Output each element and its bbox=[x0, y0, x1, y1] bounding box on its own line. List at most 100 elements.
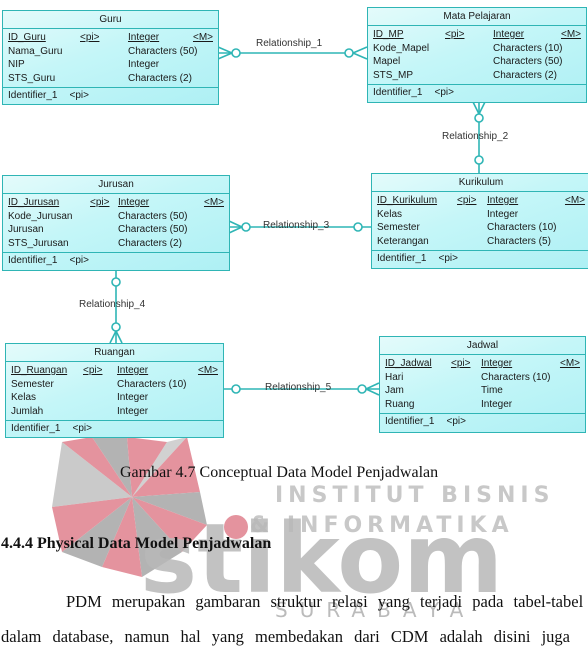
identifier-pi-flag: <pi> bbox=[72, 423, 92, 434]
relationship-4-label[interactable]: Relationship_4 bbox=[79, 299, 145, 310]
attribute-name: Semester bbox=[377, 222, 420, 233]
attribute-row[interactable]: Kelas Integer bbox=[11, 391, 218, 405]
attribute-name: Hari bbox=[385, 371, 404, 383]
entity-jurusan[interactable]: Jurusan ID_Jurusan <pi> Integer <M> Kode_Juru… bbox=[2, 175, 230, 271]
attribute-type: Characters (10) bbox=[493, 42, 563, 54]
attribute-row[interactable]: ID_Jurusan <pi> Integer <M> bbox=[8, 196, 224, 210]
conceptual-data-model-diagram: Guru ID_Guru <pi> Integer <M> Nama_Guru Charac… bbox=[0, 0, 588, 440]
attribute-type: Characters (10) bbox=[481, 371, 551, 383]
attribute-row[interactable]: Keterangan Characters (5) bbox=[377, 235, 585, 249]
relationship-3-label[interactable]: Relationship_3 bbox=[263, 220, 329, 231]
attribute-type: Characters (10) bbox=[487, 222, 557, 233]
attribute-row[interactable]: NIP Integer bbox=[8, 58, 213, 72]
attribute-name: NIP bbox=[8, 59, 25, 70]
attribute-pi-flag bbox=[451, 398, 481, 412]
identifier-pi-flag: <pi> bbox=[446, 416, 466, 427]
attribute-name: Kode_Jurusan bbox=[8, 210, 73, 222]
attribute-mandatory-flag: <M> bbox=[197, 365, 218, 376]
attribute-row[interactable]: Ruang Integer bbox=[385, 398, 580, 412]
attribute-name: Jumlah bbox=[11, 405, 44, 417]
attribute-row[interactable]: Jumlah Integer bbox=[11, 405, 218, 419]
attribute-type: Characters (5) bbox=[487, 235, 551, 247]
identifier-pi-flag: <pi> bbox=[438, 253, 458, 264]
identifier-name: Identifier_1 bbox=[8, 90, 58, 101]
attribute-row[interactable]: ID_Kurikulum <pi> Integer <M> bbox=[377, 194, 585, 208]
entity-identifier: Identifier_1 <pi> bbox=[3, 253, 229, 269]
attribute-row[interactable]: Mapel Characters (50) bbox=[373, 55, 581, 69]
attribute-row[interactable]: Jam Time bbox=[385, 384, 580, 398]
entity-identifier: Identifier_1 <pi> bbox=[368, 85, 586, 101]
attribute-row[interactable]: Semester Characters (10) bbox=[11, 378, 218, 392]
attribute-name: ID_Guru bbox=[8, 32, 46, 43]
attribute-mandatory-flag: <M> bbox=[564, 195, 585, 206]
attribute-mandatory-flag: <M> bbox=[192, 32, 213, 43]
attribute-mandatory-flag: <M> bbox=[559, 358, 580, 369]
entity-identifier: Identifier_1 <pi> bbox=[3, 88, 218, 104]
attribute-row[interactable]: Kode_Mapel Characters (10) bbox=[373, 42, 581, 56]
attribute-pi-flag bbox=[83, 405, 117, 419]
attribute-name: Jam bbox=[385, 385, 404, 396]
entity-attributes: ID_Ruangan <pi> Integer <M> Semester Characte… bbox=[6, 362, 223, 421]
attribute-type: Characters (2) bbox=[118, 237, 182, 249]
entity-title: Mata Pelajaran bbox=[368, 8, 586, 26]
attribute-row[interactable]: Nama_Guru Characters (50) bbox=[8, 45, 213, 59]
entity-attributes: ID_MP <pi> Integer <M> Kode_Mapel Characters … bbox=[368, 26, 586, 85]
attribute-type: Integer bbox=[493, 29, 525, 40]
attribute-pi-flag bbox=[90, 237, 118, 251]
attribute-row[interactable]: ID_Guru <pi> Integer <M> bbox=[8, 31, 213, 45]
section-heading: 4.4.4 Physical Data Model Penjadwalan bbox=[1, 535, 272, 552]
attribute-type: Characters (10) bbox=[117, 378, 187, 390]
attribute-type: Integer bbox=[128, 59, 160, 70]
entity-title: Guru bbox=[3, 11, 218, 29]
attribute-pi-flag bbox=[457, 235, 487, 249]
attribute-row[interactable]: Kode_Jurusan Characters (50) bbox=[8, 210, 224, 224]
identifier-pi-flag: <pi> bbox=[69, 90, 89, 101]
attribute-row[interactable]: STS_Jurusan Characters (2) bbox=[8, 237, 224, 251]
entity-jadwal[interactable]: Jadwal ID_Jadwal <pi> Integer <M> Hari Charact… bbox=[379, 336, 586, 433]
attribute-name: Mapel bbox=[373, 56, 401, 67]
identifier-name: Identifier_1 bbox=[8, 255, 58, 266]
entity-ruangan[interactable]: Ruangan ID_Ruangan <pi> Integer <M> Semester C… bbox=[5, 343, 224, 438]
paragraph-line-2: dalam database, namun hal yang membedaka… bbox=[1, 627, 570, 646]
entity-kurikulum[interactable]: Kurikulum ID_Kurikulum <pi> Integer <M> Kelas… bbox=[371, 173, 588, 269]
identifier-name: Identifier_1 bbox=[385, 416, 435, 427]
attribute-pi-flag bbox=[83, 391, 117, 405]
attribute-name: ID_MP bbox=[373, 29, 404, 40]
attribute-type: Characters (50) bbox=[128, 45, 198, 57]
relationship-5-label[interactable]: Relationship_5 bbox=[265, 382, 331, 393]
attribute-pi-flag: <pi> bbox=[90, 197, 110, 208]
attribute-row[interactable]: Hari Characters (10) bbox=[385, 371, 580, 385]
attribute-row[interactable]: ID_MP <pi> Integer <M> bbox=[373, 28, 581, 42]
attribute-name: Kelas bbox=[377, 208, 403, 220]
attribute-row[interactable]: Kelas Integer bbox=[377, 208, 585, 222]
attribute-row[interactable]: ID_Jadwal <pi> Integer <M> bbox=[385, 357, 580, 371]
attribute-pi-flag bbox=[80, 45, 128, 59]
attribute-row[interactable]: ID_Ruangan <pi> Integer <M> bbox=[11, 364, 218, 378]
attribute-mandatory-flag: <M> bbox=[560, 29, 581, 40]
attribute-name: Kelas bbox=[11, 392, 37, 403]
attribute-type: Characters (50) bbox=[493, 56, 563, 67]
attribute-pi-flag bbox=[445, 42, 493, 56]
entity-mata-pelajaran[interactable]: Mata Pelajaran ID_MP <pi> Integer <M> Kode_Ma… bbox=[367, 7, 587, 103]
identifier-name: Identifier_1 bbox=[373, 87, 423, 98]
attribute-type: Characters (2) bbox=[493, 69, 557, 81]
attribute-name: ID_Jadwal bbox=[385, 358, 432, 369]
attribute-name: ID_Jurusan bbox=[8, 197, 60, 208]
attribute-row[interactable]: STS_MP Characters (2) bbox=[373, 69, 581, 83]
entity-guru[interactable]: Guru ID_Guru <pi> Integer <M> Nama_Guru Charac… bbox=[2, 10, 219, 105]
attribute-type: Time bbox=[481, 385, 503, 396]
attribute-pi-flag: <pi> bbox=[80, 32, 100, 43]
entity-attributes: ID_Guru <pi> Integer <M> Nama_Guru Characters… bbox=[3, 29, 218, 88]
entity-title: Ruangan bbox=[6, 344, 223, 362]
attribute-pi-flag: <pi> bbox=[457, 195, 477, 206]
attribute-type: Integer bbox=[117, 392, 149, 403]
relationship-2-label[interactable]: Relationship_2 bbox=[442, 131, 508, 142]
entity-identifier: Identifier_1 <pi> bbox=[6, 421, 223, 437]
attribute-row[interactable]: STS_Guru Characters (2) bbox=[8, 72, 213, 86]
attribute-pi-flag bbox=[457, 208, 487, 222]
relationship-1-label[interactable]: Relationship_1 bbox=[256, 38, 322, 49]
entity-title: Jadwal bbox=[380, 337, 585, 355]
attribute-row[interactable]: Jurusan Characters (50) bbox=[8, 223, 224, 237]
attribute-name: Kode_Mapel bbox=[373, 42, 430, 54]
attribute-row[interactable]: Semester Characters (10) bbox=[377, 221, 585, 235]
